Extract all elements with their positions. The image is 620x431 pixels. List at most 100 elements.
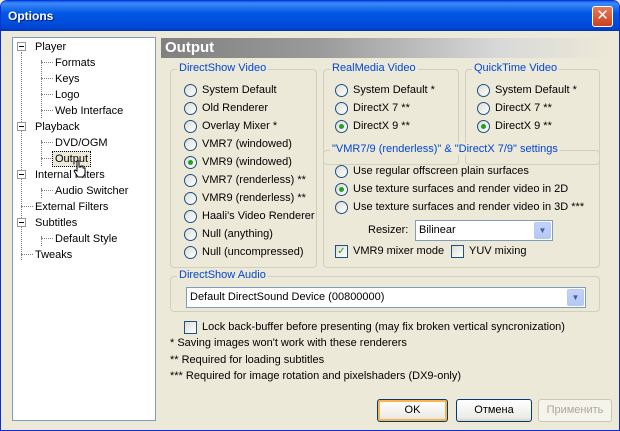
radio-button[interactable]	[184, 173, 197, 187]
rm-option-system-default[interactable]: System Default *	[335, 82, 435, 98]
group-title: DirectShow Audio	[177, 269, 268, 281]
tree-item-external-filters[interactable]: External Filters	[33, 200, 110, 214]
qt-option-system-default[interactable]: System Default *	[477, 82, 577, 98]
tree-line	[41, 190, 53, 191]
radio-button-selected[interactable]	[335, 119, 348, 133]
group-title: RealMedia Video	[330, 62, 418, 74]
window-title: Options	[8, 9, 54, 23]
tree-line	[41, 238, 53, 239]
tree-item-internal-filters[interactable]: Internal Filters	[33, 168, 107, 182]
apply-button[interactable]: Применить	[538, 399, 612, 422]
vmr-option-offscreen-surfaces[interactable]: Use regular offscreen plain surfaces	[335, 163, 529, 179]
resizer-label: Resizer:	[368, 224, 409, 236]
collapse-icon[interactable]	[17, 42, 26, 51]
tree-line	[41, 140, 42, 166]
radio-button[interactable]	[184, 245, 197, 259]
dsv-option-vmr7-windowed[interactable]: VMR7 (windowed)	[184, 136, 292, 152]
group-title: "VMR7/9 (renderless)" & "DirectX 7/9" se…	[330, 143, 560, 155]
tree-item-web-interface[interactable]: Web Interface	[53, 104, 125, 118]
tree-line	[21, 52, 22, 260]
radio-button[interactable]	[184, 137, 197, 151]
directshow-audio-group: DirectShow Audio Default DirectSound Dev…	[170, 269, 600, 312]
tree-line	[41, 110, 53, 111]
dsv-option-vmr7-renderless[interactable]: VMR7 (renderless) **	[184, 172, 306, 188]
ok-button[interactable]: OK	[377, 399, 448, 422]
tree-item-playback[interactable]: Playback	[33, 120, 82, 134]
checkbox[interactable]	[184, 320, 197, 334]
close-icon: ✕	[596, 7, 609, 24]
tree-item-player[interactable]: Player	[33, 40, 68, 54]
tree-item-logo[interactable]: Logo	[53, 88, 81, 102]
dsv-option-vmr9-windowed[interactable]: VMR9 (windowed)	[184, 154, 292, 170]
radio-button[interactable]	[184, 227, 197, 241]
tree-item-tweaks[interactable]: Tweaks	[33, 248, 74, 262]
radio-button[interactable]	[335, 101, 348, 115]
rm-option-directx7[interactable]: DirectX 7 **	[335, 100, 410, 116]
vmr-option-texture-3d[interactable]: Use texture surfaces and render video in…	[335, 199, 584, 215]
dsv-option-vmr9-renderless[interactable]: VMR9 (renderless) **	[184, 190, 306, 206]
radio-button-selected[interactable]	[335, 182, 348, 196]
radio-button[interactable]	[335, 200, 348, 214]
settings-tree[interactable]: Player Formats Keys Logo Web Interface P…	[12, 37, 156, 421]
options-window: Options ✕ Player Formats Keys Logo Web I…	[0, 0, 620, 431]
close-button[interactable]: ✕	[592, 6, 613, 27]
vmr-settings-group: "VMR7/9 (renderless)" & "DirectX 7/9" se…	[323, 143, 600, 268]
collapse-icon[interactable]	[17, 122, 26, 131]
radio-button-selected[interactable]	[184, 155, 197, 169]
dsv-option-old-renderer[interactable]: Old Renderer	[184, 100, 268, 116]
vmr9-mixer-checkbox[interactable]: ✓ VMR9 mixer mode	[335, 243, 444, 259]
radio-button[interactable]	[184, 83, 197, 97]
page-title: Output	[161, 38, 610, 58]
note-text: * Saving images won't work with these re…	[170, 337, 407, 349]
tree-line	[21, 206, 33, 207]
radio-button[interactable]	[335, 83, 348, 97]
hand-pointer-icon	[73, 160, 86, 178]
radio-button[interactable]	[184, 101, 197, 115]
radio-button[interactable]	[335, 164, 348, 178]
tree-item-subtitles[interactable]: Subtitles	[33, 216, 79, 230]
rm-option-directx9[interactable]: DirectX 9 **	[335, 118, 410, 134]
checkbox[interactable]	[451, 244, 464, 258]
radio-button[interactable]	[477, 83, 490, 97]
note-text: ** Required for loading subtitles	[170, 354, 325, 366]
checkbox-checked[interactable]: ✓	[335, 244, 348, 258]
radio-button[interactable]	[184, 191, 197, 205]
title-bar[interactable]: Options ✕	[1, 1, 619, 31]
tree-item-default-style[interactable]: Default Style	[53, 232, 119, 246]
tree-line	[41, 62, 53, 63]
radio-button[interactable]	[477, 101, 490, 115]
dsv-option-haali[interactable]: Haali's Video Renderer	[184, 208, 315, 224]
radio-button[interactable]	[184, 209, 197, 223]
tree-line	[41, 142, 53, 143]
group-title: QuickTime Video	[472, 62, 560, 74]
tree-line	[41, 94, 53, 95]
tree-line	[41, 78, 53, 79]
group-title: DirectShow Video	[177, 62, 269, 74]
tree-item-audio-switcher[interactable]: Audio Switcher	[53, 184, 130, 198]
collapse-icon[interactable]	[17, 170, 26, 179]
tree-item-dvd-ogm[interactable]: DVD/OGM	[53, 136, 110, 150]
tree-item-formats[interactable]: Formats	[53, 56, 97, 70]
tree-item-keys[interactable]: Keys	[53, 72, 81, 86]
lock-backbuffer-checkbox[interactable]: Lock back-buffer before presenting (may …	[184, 319, 565, 335]
yuv-mixing-checkbox[interactable]: YUV mixing	[451, 243, 526, 259]
tree-line	[21, 254, 33, 255]
chevron-down-icon[interactable]: ▼	[534, 222, 551, 239]
dsv-option-overlay-mixer[interactable]: Overlay Mixer *	[184, 118, 277, 134]
directshow-video-group: DirectShow Video System Default Old Rend…	[170, 62, 317, 268]
collapse-icon[interactable]	[17, 218, 26, 227]
cancel-button[interactable]: Отмена	[456, 399, 532, 422]
radio-button-selected[interactable]	[477, 119, 490, 133]
audio-device-select[interactable]: Default DirectSound Device (00800000) ▼	[186, 287, 586, 308]
chevron-down-icon[interactable]: ▼	[567, 289, 584, 306]
dialog-client: Player Formats Keys Logo Web Interface P…	[4, 31, 616, 429]
qt-option-directx9[interactable]: DirectX 9 **	[477, 118, 552, 134]
dsv-option-null-anything[interactable]: Null (anything)	[184, 226, 273, 242]
dsv-option-system-default[interactable]: System Default	[184, 82, 277, 98]
dsv-option-null-uncompressed[interactable]: Null (uncompressed)	[184, 244, 303, 260]
note-text: *** Required for image rotation and pixe…	[170, 370, 462, 382]
qt-option-directx7[interactable]: DirectX 7 **	[477, 100, 552, 116]
vmr-option-texture-2d[interactable]: Use texture surfaces and render video in…	[335, 181, 568, 197]
resizer-select[interactable]: Bilinear ▼	[415, 220, 553, 241]
radio-button[interactable]	[184, 119, 197, 133]
